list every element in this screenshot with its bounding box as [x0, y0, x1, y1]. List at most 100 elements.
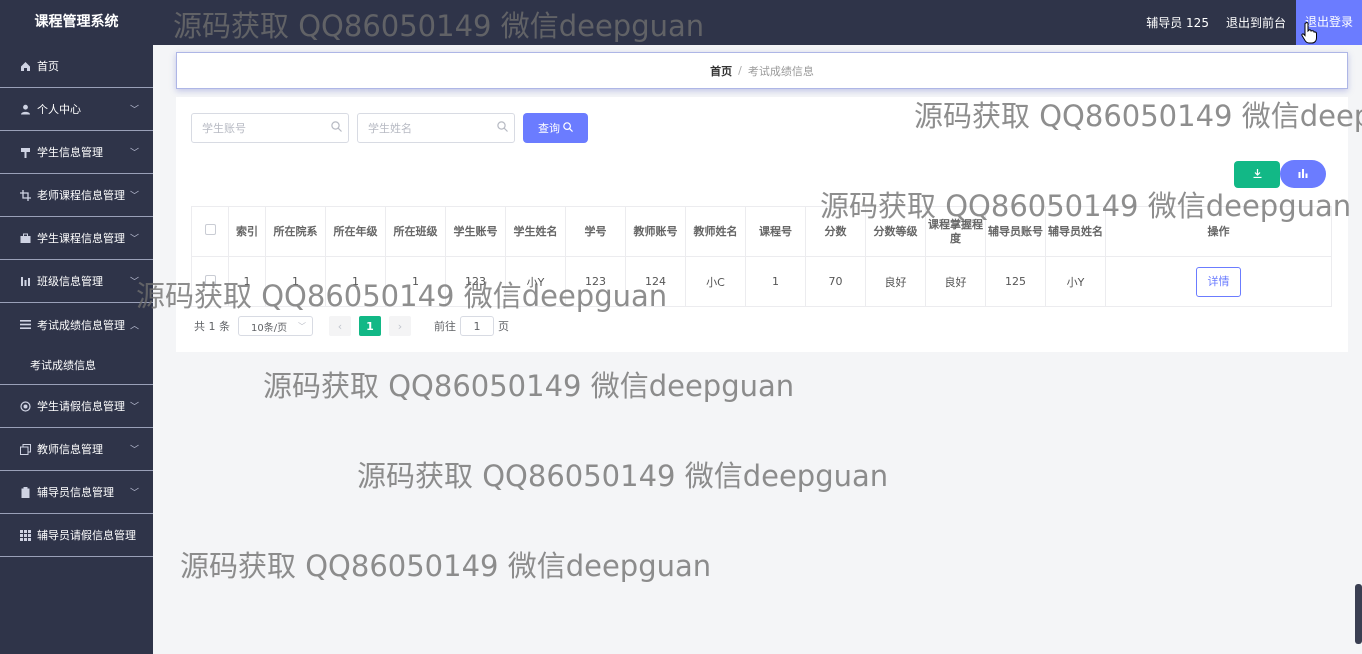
main-content: 首页 / 考试成绩信息 查询 — [153, 45, 1362, 654]
page-size-select[interactable]: 10条/页 ﹀ — [238, 316, 313, 336]
sidebar-item-label: 学生课程信息管理 — [37, 232, 125, 245]
chevron-down-icon: ﹀ — [129, 488, 139, 499]
column-header: 教师账号 — [625, 206, 686, 257]
table-cell: 1 — [265, 256, 326, 307]
table-row: 1 1 1 1 123 小Y 123 124 小C 1 70 良好 良好 125… — [191, 256, 1332, 307]
bar-chart-icon — [1298, 168, 1308, 181]
breadcrumb: 首页 / 考试成绩信息 — [176, 52, 1348, 89]
column-header: 学生姓名 — [505, 206, 566, 257]
search-icon — [331, 121, 343, 133]
chevron-up-icon: ︿ — [129, 321, 139, 331]
chevron-down-icon: ﹀ — [129, 234, 139, 245]
student-account-search-input[interactable] — [191, 113, 349, 143]
sidebar-item-student-info[interactable]: 学生信息管理 ﹀ — [0, 131, 153, 174]
table-cell: 124 — [625, 256, 686, 307]
app-title: 课程管理系统 — [34, 14, 119, 30]
submenu-item-exam-score-info[interactable]: 考试成绩信息 — [0, 346, 153, 385]
export-button[interactable] — [1234, 161, 1280, 188]
query-button[interactable]: 查询 — [523, 113, 588, 143]
sidebar-item-counselor-info[interactable]: 辅导员信息管理 ﹀ — [0, 471, 153, 514]
user-icon — [19, 103, 31, 115]
breadcrumb-current: 考试成绩信息 — [747, 64, 814, 78]
table-cell: 1 — [228, 256, 266, 307]
breadcrumb-home[interactable]: 首页 — [710, 63, 732, 79]
sidebar-item-student-course-info[interactable]: 学生课程信息管理 ﹀ — [0, 217, 153, 260]
table-cell: 70 — [805, 256, 866, 307]
table-cell: 良好 — [865, 256, 926, 307]
select-all-cell — [191, 206, 229, 257]
chevron-down-icon: ﹀ — [298, 321, 306, 331]
column-header: 课程号 — [745, 206, 806, 257]
prev-page-button[interactable]: ‹ — [329, 316, 351, 336]
table-header-row: 索引 所在院系 所在年级 所在班级 学生账号 学生姓名 学号 教师账号 教师姓名… — [191, 206, 1332, 257]
top-bar: 课程管理系统 辅导员 125 退出到前台 退出登录 — [0, 0, 1362, 45]
exit-to-front-link[interactable]: 退出到前台 — [1226, 14, 1286, 31]
sidebar-item-class-info[interactable]: 班级信息管理 ﹀ — [0, 260, 153, 303]
list-icon — [19, 319, 31, 331]
sidebar-item-label: 教师信息管理 — [37, 443, 103, 456]
table-cell: 小Y — [1045, 256, 1106, 307]
search-icon — [497, 121, 509, 133]
column-header: 辅导员姓名 — [1045, 206, 1106, 257]
sidebar-item-label: 辅导员信息管理 — [37, 486, 114, 499]
sidebar-item-home[interactable]: 首页 — [0, 45, 153, 88]
action-cell: 详情 — [1105, 256, 1332, 307]
table-cell: 1 — [385, 256, 446, 307]
detail-button[interactable]: 详情 — [1196, 266, 1241, 297]
sidebar: 首页 个人中心 ﹀ 学生信息管理 ﹀ 老师课程信息管理 ﹀ 学生课程信息管理 ﹀… — [0, 45, 153, 654]
sidebar-item-label: 班级信息管理 — [37, 275, 103, 288]
sidebar-item-personal-center[interactable]: 个人中心 ﹀ — [0, 88, 153, 131]
pagination: 共 1 条 10条/页 ﹀ ‹ 1 › 前往 页 — [194, 316, 509, 336]
sidebar-item-exam-score-management[interactable]: 考试成绩信息管理 ︿ — [0, 303, 153, 346]
table-cell: 小C — [685, 256, 746, 307]
chevron-down-icon: ﹀ — [129, 402, 139, 413]
sidebar-item-label: 考试成绩信息管理 — [37, 318, 125, 332]
scrollbar-thumb[interactable] — [1355, 584, 1362, 644]
row-select-cell — [191, 256, 229, 307]
chevron-down-icon: ﹀ — [129, 148, 139, 159]
sidebar-item-counselor-leave-info[interactable]: 辅导员请假信息管理 — [0, 514, 153, 557]
page-number-button[interactable]: 1 — [359, 316, 381, 336]
column-header: 教师姓名 — [685, 206, 746, 257]
goto-page-input[interactable] — [460, 316, 494, 336]
content-panel: 查询 索引 所在院系 所在年级 — [176, 97, 1348, 352]
goto-label: 前往 — [434, 320, 456, 333]
student-name-search-input[interactable] — [357, 113, 515, 143]
column-header: 所在年级 — [325, 206, 386, 257]
sidebar-item-teacher-course-info[interactable]: 老师课程信息管理 ﹀ — [0, 174, 153, 217]
sidebar-item-label: 辅导员请假信息管理 — [37, 529, 136, 542]
chevron-down-icon: ﹀ — [129, 445, 139, 456]
table-cell: 123 — [565, 256, 626, 307]
select-all-checkbox[interactable] — [204, 224, 216, 235]
sidebar-item-label: 老师课程信息管理 — [37, 189, 125, 202]
submenu-item-label: 考试成绩信息 — [30, 359, 96, 372]
hand-cursor-icon — [1301, 21, 1317, 44]
table-cell: 小Y — [505, 256, 566, 307]
statistics-button[interactable] — [1280, 160, 1326, 188]
grid-icon — [19, 529, 31, 541]
clipboard-icon — [19, 486, 31, 498]
sidebar-item-label: 学生请假信息管理 — [37, 400, 125, 413]
copy-icon — [19, 443, 31, 455]
chevron-down-icon: ﹀ — [129, 277, 139, 288]
bar-chart-icon — [19, 275, 31, 287]
current-user-label: 辅导员 125 — [1146, 16, 1209, 30]
column-header: 学生账号 — [445, 206, 506, 257]
row-checkbox[interactable] — [204, 274, 216, 286]
page-size-value: 10条/页 — [251, 322, 288, 334]
briefcase-icon — [19, 232, 31, 244]
sidebar-item-label: 个人中心 — [37, 103, 81, 116]
crop-icon — [19, 189, 31, 201]
column-header: 学号 — [565, 206, 626, 257]
next-page-button[interactable]: › — [389, 316, 411, 336]
sidebar-item-student-leave-info[interactable]: 学生请假信息管理 ﹀ — [0, 385, 153, 428]
sidebar-item-teacher-info[interactable]: 教师信息管理 ﹀ — [0, 428, 153, 471]
download-icon — [1253, 168, 1262, 181]
table-cell: 1 — [745, 256, 806, 307]
column-header: 课程掌握程度 — [925, 206, 986, 257]
home-icon — [19, 60, 31, 72]
page-suffix-label: 页 — [498, 320, 509, 333]
column-header: 所在班级 — [385, 206, 446, 257]
query-button-label: 查询 — [538, 122, 560, 135]
pagination-total: 共 1 条 — [194, 320, 230, 333]
